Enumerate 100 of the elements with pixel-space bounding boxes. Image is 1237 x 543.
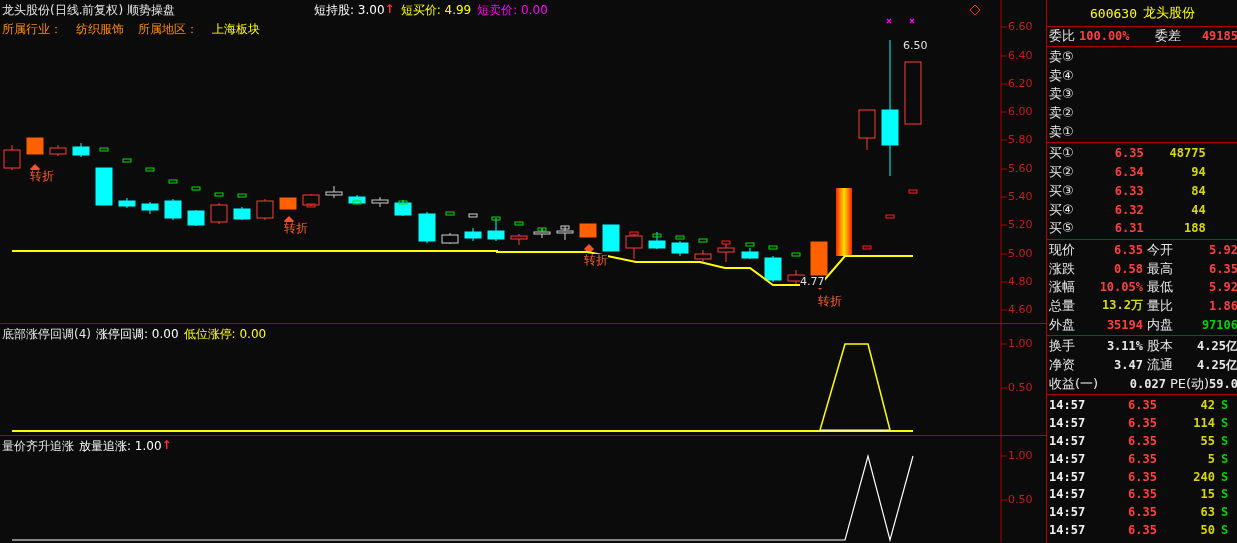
- candlestick: [233, 206, 251, 221]
- trade-volume: 15: [1199, 487, 1215, 502]
- field-label: 流通: [1147, 356, 1173, 375]
- trade-volume: 114: [1192, 415, 1215, 430]
- signal-value: 短卖价: 0.00: [477, 2, 548, 19]
- candlestick: [764, 255, 782, 283]
- signal-mark: [745, 242, 755, 247]
- ask-label: 卖①: [1049, 122, 1074, 141]
- field-label: 现价: [1049, 240, 1075, 259]
- trade-price: 6.35: [1127, 433, 1157, 448]
- signal-mark: [352, 200, 362, 205]
- signal-mark: [862, 245, 872, 250]
- chart-title: 龙头股份(日线.前复权) 顺势操盘: [2, 2, 176, 19]
- bid-price: 6.34: [1113, 165, 1144, 180]
- candlestick: [533, 227, 551, 239]
- signal-mark: [468, 213, 478, 218]
- signal-mark: [629, 231, 639, 236]
- ask-label: 卖④: [1049, 66, 1074, 85]
- trade-volume: 240: [1192, 469, 1215, 484]
- candlestick: [95, 167, 113, 206]
- signal-mark: [652, 233, 662, 238]
- axis-label: 6.00: [1008, 105, 1033, 118]
- trade-price: 6.35: [1127, 398, 1157, 412]
- trade-volume: 55: [1199, 433, 1215, 448]
- trade-volume: 63: [1199, 505, 1215, 520]
- bid-volume: 84: [1190, 183, 1206, 198]
- axis-label: 1.00: [1008, 337, 1033, 350]
- candlestick: [210, 202, 228, 225]
- info-label: 所属地区：: [138, 21, 198, 38]
- up-arrow-icon: ↑: [384, 2, 395, 19]
- axis-label: 1.00: [1008, 449, 1033, 462]
- signal-mark: [908, 189, 918, 194]
- trade-side: S: [1220, 415, 1229, 430]
- field-label: 涨跌: [1049, 259, 1075, 278]
- candlestick: [348, 194, 366, 205]
- trade-price: 6.35: [1127, 487, 1157, 502]
- bid-volume: 188: [1182, 221, 1206, 236]
- signal-value: 短买价: 4.99: [400, 2, 472, 19]
- axis-label: 5.60: [1008, 162, 1033, 175]
- field-value: 0.58: [1113, 261, 1144, 276]
- signal-mark: [537, 227, 547, 232]
- signal-mark: [168, 179, 178, 184]
- field-label: 今开: [1147, 240, 1173, 259]
- field-label: 委比: [1049, 27, 1075, 46]
- candlestick: [371, 196, 389, 208]
- indicator-value: 涨停回调: 0.00: [96, 326, 179, 343]
- axis-label: 6.60: [1008, 20, 1033, 33]
- signal-mark: [721, 240, 731, 245]
- bid-price: 6.32: [1113, 202, 1144, 217]
- signal-mark: [237, 193, 247, 198]
- field-label: 净资: [1049, 356, 1075, 375]
- signal-mark: [791, 252, 801, 257]
- diamond-icon: [969, 4, 981, 16]
- candlestick: [836, 187, 852, 257]
- candlestick: [694, 249, 712, 263]
- candlestick: [302, 193, 320, 207]
- bid-price: 6.31: [1113, 221, 1144, 236]
- info-value: 上海板块: [212, 21, 260, 38]
- trade-time: 14:57: [1049, 451, 1087, 466]
- signal-mark: [398, 200, 408, 205]
- indicator-value: 低位涨停: 0.00: [183, 326, 267, 343]
- field-value: 5.92: [1208, 280, 1237, 295]
- candlestick: [118, 197, 136, 209]
- trade-side: S: [1220, 469, 1229, 484]
- candlestick: [72, 142, 90, 158]
- bid-price: 6.35: [1113, 146, 1144, 161]
- field-label: 内盘: [1147, 315, 1173, 334]
- signal-mark: [145, 167, 155, 172]
- trade-side: S: [1220, 451, 1229, 466]
- signal-value: 短持股: 3.00: [314, 2, 385, 19]
- trade-price: 6.35: [1127, 469, 1157, 484]
- field-value: 3.11%: [1105, 339, 1144, 354]
- trade-time: 14:57: [1049, 433, 1087, 448]
- candlestick: [625, 233, 643, 260]
- trade-time: 14:57: [1049, 505, 1087, 520]
- field-label: 最低: [1147, 278, 1173, 297]
- field-label: PE(动): [1169, 374, 1210, 393]
- field-label: 涨幅: [1049, 278, 1075, 297]
- field-value: 10.05%: [1098, 280, 1144, 295]
- candlestick: [648, 231, 666, 250]
- field-value: 97106: [1200, 317, 1237, 332]
- price-label: 4.77: [800, 276, 825, 288]
- trade-price: 6.35: [1127, 523, 1157, 538]
- field-label: 最高: [1147, 259, 1173, 278]
- candlestick: [487, 217, 505, 242]
- bid-label: 买⑤: [1049, 219, 1074, 238]
- signal-mark: [99, 147, 109, 152]
- signal-mark: [122, 158, 132, 163]
- indicator-title: 量价齐升追涨: [2, 438, 74, 455]
- candlestick: [464, 227, 482, 242]
- signal-mark: [445, 211, 455, 216]
- field-label: 外盘: [1049, 315, 1075, 334]
- candlestick: [741, 247, 759, 260]
- trade-side: S: [1220, 433, 1229, 448]
- trade-volume: 5: [1206, 451, 1215, 466]
- bid-label: 买②: [1049, 163, 1074, 182]
- bid-volume: 44: [1190, 202, 1206, 217]
- trade-side: S: [1220, 487, 1229, 502]
- candlestick: [858, 109, 876, 151]
- signal-mark: [306, 203, 316, 208]
